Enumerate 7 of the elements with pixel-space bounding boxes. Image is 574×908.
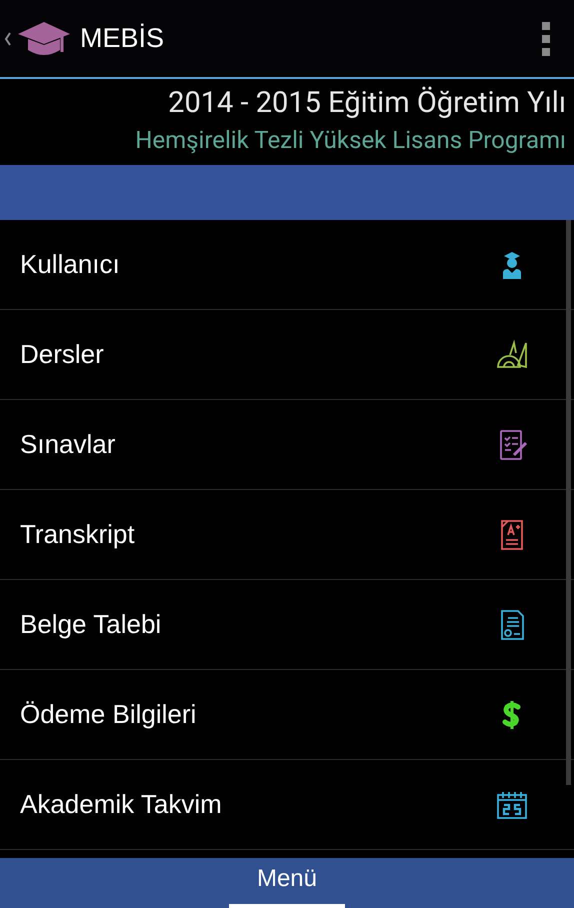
app-title: MEBİS <box>80 22 164 56</box>
academic-year: 2014 - 2015 Eğitim Öğretim Yılı <box>168 85 566 122</box>
back-button[interactable] <box>4 20 72 58</box>
overflow-menu-icon[interactable] <box>542 22 550 56</box>
program-name: Hemşirelik Tezli Yüksek Lisans Programı <box>135 125 566 156</box>
graduation-cap-icon <box>16 20 72 58</box>
back-chevron-icon <box>4 30 12 46</box>
